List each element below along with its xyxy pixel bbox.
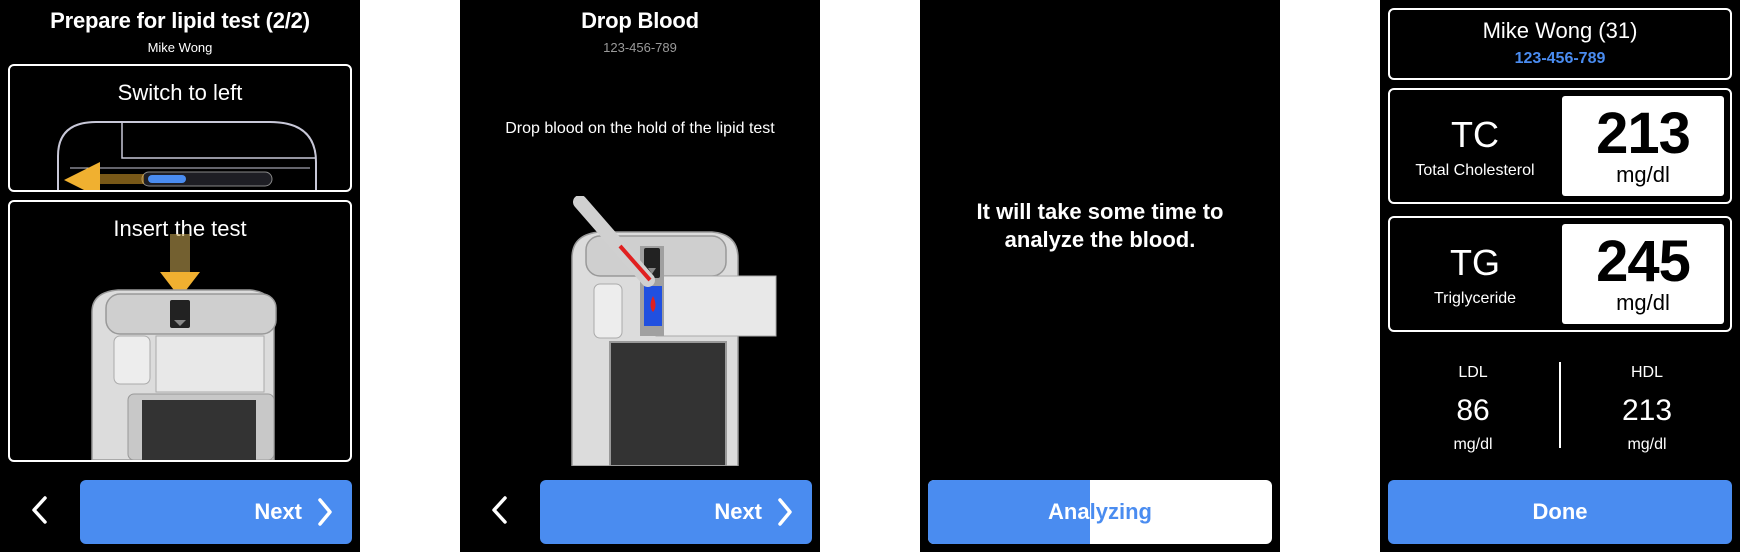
hdl-name: HDL	[1630, 364, 1663, 381]
chevron-right-icon	[778, 498, 792, 526]
tc-unit: mg/dl	[1616, 162, 1670, 187]
patient-card: Mike Wong (31) 123-456-789	[1388, 8, 1732, 80]
next-button-label: Next	[714, 499, 762, 524]
analyzing-screen: It will take some time to analyze the bl…	[920, 0, 1280, 552]
page-title: Prepare for lipid test (2/2)	[50, 8, 310, 33]
patient-id: 123-456-789	[603, 40, 677, 55]
hdl-value: 213	[1621, 394, 1673, 427]
ldl-unit: mg/dl	[1453, 436, 1493, 453]
hdl-unit: mg/dl	[1627, 436, 1667, 453]
back-button[interactable]	[20, 490, 60, 530]
insert-test-illustration	[91, 234, 277, 460]
tc-name: Total Cholesterol	[1415, 162, 1535, 179]
ldl-name: LDL	[1458, 364, 1488, 381]
tc-value-box: 213 mg/dl	[1562, 96, 1724, 196]
insert-test-card: Insert the test	[8, 200, 352, 462]
ldl-value: 86	[1456, 394, 1490, 427]
chevron-left-icon	[32, 496, 47, 524]
tg-unit: mg/dl	[1616, 290, 1670, 315]
chevron-right-icon	[318, 498, 332, 526]
results-screen: Mike Wong (31) 123-456-789 TC Total Chol…	[1380, 0, 1740, 552]
progress-label: Analyzing	[928, 480, 1272, 544]
patient-name: Mike Wong	[147, 40, 213, 55]
next-button[interactable]: Next	[80, 480, 352, 544]
switch-left-illustration	[57, 121, 317, 190]
done-button[interactable]: Done	[1388, 480, 1732, 544]
next-button[interactable]: Next	[540, 480, 812, 544]
tc-result-card: TC Total Cholesterol 213 mg/dl	[1388, 88, 1732, 204]
switch-left-card: Switch to left	[8, 64, 352, 192]
next-button-label: Next	[254, 499, 302, 524]
analyzing-message: It will take some time to analyze the bl…	[976, 199, 1224, 252]
patient-id: 123-456-789	[1514, 50, 1606, 67]
progress-label-text: Analyzing	[1048, 499, 1152, 524]
done-button-label: Done	[1532, 499, 1588, 524]
tg-name: Triglyceride	[1433, 290, 1517, 307]
drop-blood-instruction: Drop blood on the hold of the lipid test	[505, 120, 775, 137]
drop-blood-illustration	[571, 196, 777, 466]
chevron-left-icon	[492, 496, 507, 524]
drop-blood-screen: Drop Blood 123-456-789 Drop blood on the…	[460, 0, 820, 552]
tg-result-card: TG Triglyceride 245 mg/dl	[1388, 216, 1732, 332]
back-button[interactable]	[480, 490, 520, 530]
tc-abbr: TC	[1451, 114, 1499, 155]
tg-value: 245	[1596, 229, 1691, 294]
tg-abbr: TG	[1450, 242, 1500, 283]
prepare-lipid-test-screen: Prepare for lipid test (2/2) Mike Wong S…	[0, 0, 360, 552]
patient-name: Mike Wong (31)	[1482, 18, 1638, 43]
page-title: Drop Blood	[581, 8, 699, 33]
analyzing-progress-bar: Analyzing	[928, 480, 1272, 544]
tg-value-box: 245 mg/dl	[1562, 224, 1724, 324]
tc-value: 213	[1596, 101, 1691, 166]
metric-divider	[1559, 362, 1561, 448]
